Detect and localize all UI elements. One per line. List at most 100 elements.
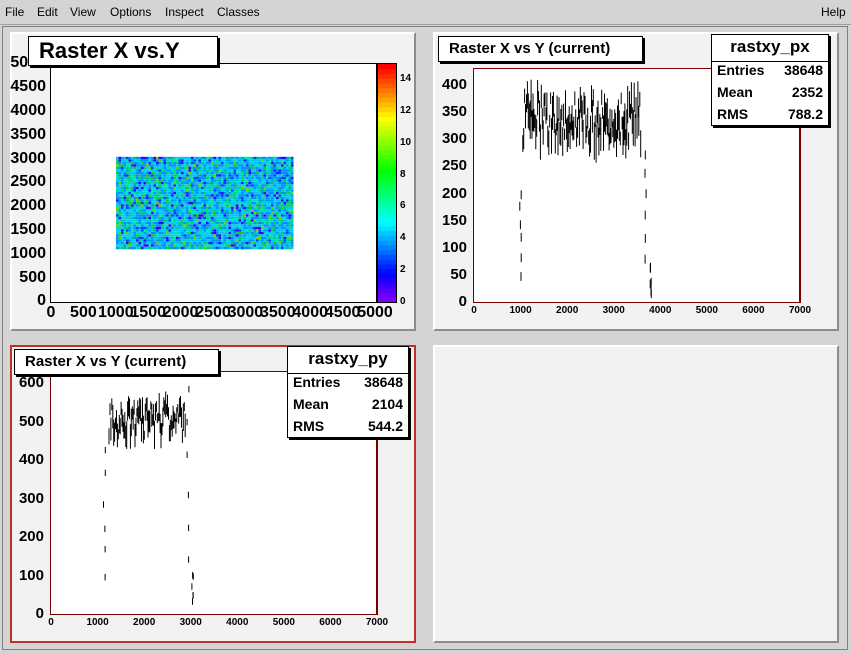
heatmap-cell xyxy=(236,201,239,205)
menu-classes[interactable]: Classes xyxy=(217,5,260,19)
heatmap-cell xyxy=(291,236,294,240)
palette-step xyxy=(378,130,396,136)
heatmap-cell xyxy=(233,224,236,227)
heatmap-cell xyxy=(131,181,134,185)
heatmap-cell xyxy=(181,169,184,172)
heatmap-cell xyxy=(156,189,159,192)
heatmap-cell xyxy=(278,241,281,245)
heatmap-cell xyxy=(148,239,151,242)
heatmap-cell xyxy=(268,231,271,235)
heatmap-cell xyxy=(246,171,249,175)
heatmap-cell xyxy=(201,206,204,210)
heatmap-cell xyxy=(218,221,221,225)
heatmap-cell xyxy=(141,181,144,185)
heatmap-cell xyxy=(186,176,189,180)
menu-view[interactable]: View xyxy=(70,5,96,19)
heatmap-cell xyxy=(176,191,179,195)
menu-inspect[interactable]: Inspect xyxy=(165,5,204,19)
heatmap-cell xyxy=(148,236,151,240)
heatmap-cell xyxy=(263,186,266,190)
heatmap-cell xyxy=(166,189,169,192)
heatmap-cell xyxy=(121,234,124,237)
heatmap-cell xyxy=(166,224,169,227)
heatmap-cell xyxy=(188,241,191,245)
heatmap-cell xyxy=(238,231,241,235)
heatmap-cell xyxy=(178,234,181,237)
menu-options[interactable]: Options xyxy=(110,5,151,19)
heatmap-cell xyxy=(143,214,146,217)
heatmap-cell xyxy=(136,229,139,232)
heatmap-cell xyxy=(188,159,191,162)
heatmap-cell xyxy=(171,211,174,215)
palette-step xyxy=(378,259,396,265)
pad-rastxy-px[interactable]: 0 50 100 150 200 250 300 350 400 0 1000 2000 3000 40… xyxy=(433,32,839,331)
heatmap-cell xyxy=(253,246,256,250)
heatmap-cell xyxy=(271,184,274,187)
heatmap-cell xyxy=(218,156,221,160)
heatmap-cell xyxy=(273,244,276,247)
heatmap-cell xyxy=(206,191,209,195)
heatmap-cell xyxy=(171,214,174,217)
heatmap-cell xyxy=(176,201,179,205)
heatmap-cell xyxy=(238,186,241,190)
heatmap-cell xyxy=(256,224,259,227)
pad-empty[interactable] xyxy=(433,345,839,643)
heatmap-cell xyxy=(126,194,129,197)
heatmap-cell xyxy=(271,219,274,222)
heatmap-cell xyxy=(216,179,219,182)
heatmap-cell xyxy=(193,234,196,237)
heatmap-cell xyxy=(248,196,251,200)
heatmap-cell xyxy=(251,239,254,242)
heatmap-cell xyxy=(203,246,206,250)
heatmap-cell xyxy=(273,224,276,227)
heatmap-cell xyxy=(148,241,151,245)
menu-edit[interactable]: Edit xyxy=(37,5,58,19)
pad-raster-2d[interactable]: 0 2 4 6 8 10 12 14 0 500 1000 1500 2000 2500 3000 3500… xyxy=(10,32,416,331)
heatmap-cell xyxy=(141,201,144,205)
palette-step xyxy=(378,268,396,274)
heatmap-cell xyxy=(166,239,169,242)
heatmap-cell xyxy=(176,176,179,180)
heatmap-cell xyxy=(258,181,261,185)
heatmap-cell xyxy=(131,229,134,232)
heatmap-cell xyxy=(158,171,161,175)
heatmap-cell xyxy=(163,231,166,235)
heatmap-cell xyxy=(263,176,266,180)
heatmap-cell xyxy=(278,171,281,175)
heatmap-cell xyxy=(226,184,229,187)
heatmap-cell xyxy=(171,206,174,210)
heatmap-cell xyxy=(121,199,124,202)
heatmap-cell xyxy=(286,199,289,202)
heatmap-cell xyxy=(148,244,151,247)
heatmap-cell xyxy=(181,239,184,242)
heatmap-cell xyxy=(141,209,144,212)
heatmap-cell xyxy=(138,239,141,242)
heatmap-cell xyxy=(271,224,274,227)
heatmap-cell xyxy=(201,209,204,212)
heatmap-cell xyxy=(191,229,194,232)
mean-label: Mean xyxy=(293,396,329,412)
heatmap-cell xyxy=(266,169,269,172)
pad-rastxy-py[interactable]: 0 100 200 300 400 500 600 0 1000 2000 3000 4000 500… xyxy=(10,345,416,643)
heatmap-cell xyxy=(158,196,161,200)
heatmap-cell xyxy=(183,226,186,230)
menu-file[interactable]: File xyxy=(5,5,24,19)
heatmap-cell xyxy=(166,219,169,222)
heatmap-cell xyxy=(158,176,161,180)
heatmap-cell xyxy=(193,159,196,162)
heatmap-cell xyxy=(166,241,169,245)
heatmap-cell xyxy=(168,189,171,192)
heatmap-cell xyxy=(151,211,154,215)
menu-help[interactable]: Help xyxy=(821,5,846,19)
plot-title: Raster X vs Y (current) xyxy=(14,349,219,375)
heatmap-cell xyxy=(223,236,226,240)
heatmap-cell xyxy=(248,169,251,172)
heatmap-cell xyxy=(193,199,196,202)
heatmap-cell xyxy=(133,181,136,185)
heatmap-cell xyxy=(231,166,234,170)
heatmap-cell xyxy=(123,226,126,230)
heatmap-cell xyxy=(151,201,154,205)
heatmap-cell xyxy=(126,246,129,250)
heatmap-cell xyxy=(206,174,209,177)
heatmap-cell xyxy=(198,174,201,177)
